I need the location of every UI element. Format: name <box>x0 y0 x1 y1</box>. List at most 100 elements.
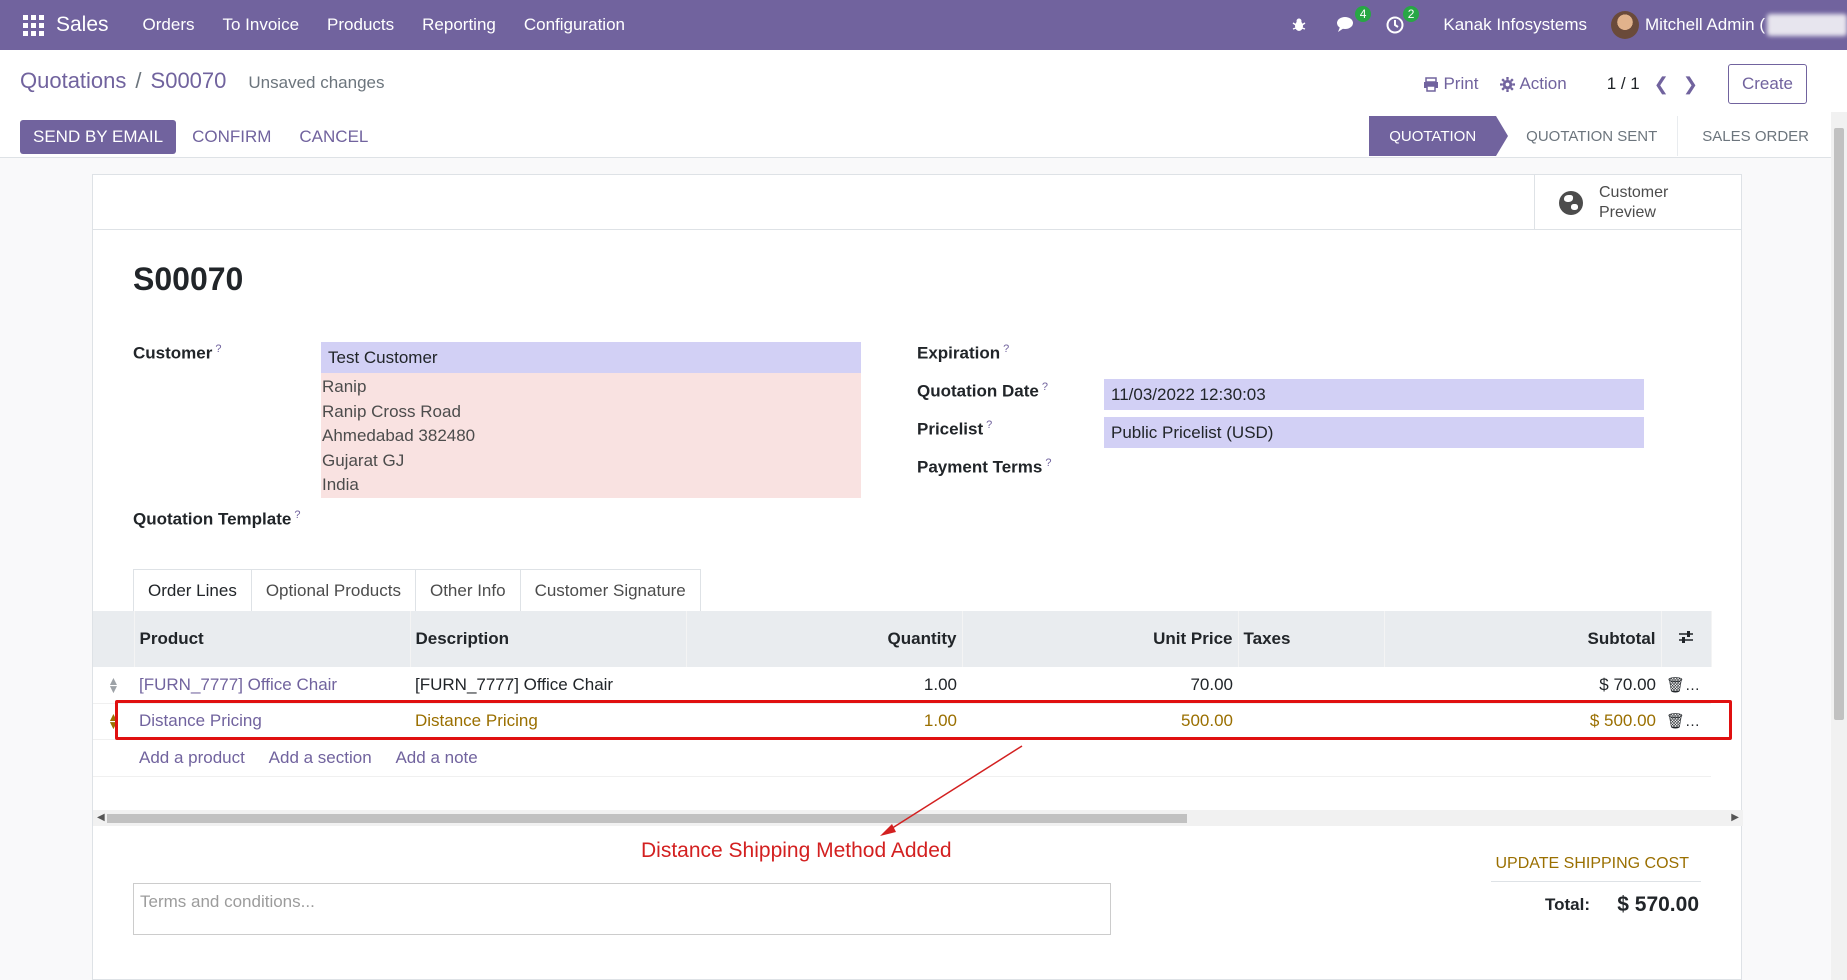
action-button[interactable]: Action <box>1500 74 1567 94</box>
optional-columns-toggle[interactable] <box>1661 611 1712 667</box>
terms-and-conditions-field[interactable]: Terms and conditions... <box>133 883 1111 935</box>
column-description[interactable]: Description <box>410 611 687 667</box>
customer-address: Ranip Ranip Cross Road Ahmedabad 382480 … <box>321 373 861 498</box>
statusbar-buttons: SEND BY EMAIL CONFIRM CANCEL <box>20 120 368 154</box>
bug-icon[interactable] <box>1289 15 1309 35</box>
notebook-tabs: Order Lines Optional Products Other Info… <box>133 569 701 612</box>
column-unit-price[interactable]: Unit Price <box>962 611 1239 667</box>
line-description[interactable]: Distance Pricing <box>410 703 686 740</box>
activities-clock-icon[interactable]: 2 <box>1385 6 1420 35</box>
address-line: Ranip Cross Road <box>322 401 461 421</box>
tab-optional-products[interactable]: Optional Products <box>250 569 416 612</box>
customer-preview-label: Customer Preview <box>1599 183 1669 221</box>
vertical-scrollbar[interactable] <box>1831 112 1847 980</box>
user-menu[interactable]: Mitchell Admin ( <box>1645 15 1765 35</box>
step-quotation-sent[interactable]: QUOTATION SENT <box>1496 116 1677 156</box>
column-taxes[interactable]: Taxes <box>1238 611 1385 667</box>
menu-reporting[interactable]: Reporting <box>422 15 496 35</box>
menu-products[interactable]: Products <box>327 15 394 35</box>
print-label: Print <box>1443 74 1479 93</box>
total-value: $ 570.00 <box>1617 893 1699 916</box>
user-avatar[interactable] <box>1611 11 1640 39</box>
trash-icon[interactable]: 🗑… <box>1661 703 1711 740</box>
drag-handle-icon[interactable]: ▲ ▼ <box>93 667 134 704</box>
button-box: Customer Preview <box>93 175 1741 230</box>
line-quantity[interactable]: 1.00 <box>686 667 962 704</box>
annotation-arrow-icon <box>880 745 1023 836</box>
handle-header <box>93 611 135 667</box>
column-subtotal[interactable]: Subtotal <box>1384 611 1662 667</box>
payment-terms-label: Payment Terms? <box>917 457 1052 477</box>
breadcrumb: Quotations / S00070 Unsaved changes <box>20 68 384 94</box>
blurred-user-detail <box>1767 14 1847 36</box>
company-switcher[interactable]: Kanak Infosystems <box>1443 15 1587 35</box>
quotation-date-field[interactable]: 11/03/2022 12:30:03 <box>1104 379 1644 410</box>
top-navbar: Sales Orders To Invoice Products Reporti… <box>0 0 1847 50</box>
quotation-template-label: Quotation Template? <box>133 509 301 529</box>
print-button[interactable]: Print <box>1423 74 1478 94</box>
address-line: Gujarat GJ <box>322 450 405 470</box>
app-name[interactable]: Sales <box>56 13 109 37</box>
line-quantity[interactable]: 1.00 <box>686 703 962 740</box>
customer-field[interactable]: Test Customer <box>321 342 861 373</box>
menu-configuration[interactable]: Configuration <box>524 15 625 35</box>
scroll-left-icon[interactable]: ◀ <box>97 812 105 823</box>
annotation-label: Distance Shipping Method Added <box>641 839 952 862</box>
add-note-link[interactable]: Add a note <box>395 748 477 767</box>
divider <box>1491 881 1701 882</box>
address-line: India <box>322 475 359 494</box>
scroll-right-icon[interactable]: ▶ <box>1731 812 1739 823</box>
tab-customer-signature[interactable]: Customer Signature <box>519 569 701 612</box>
pager-value[interactable]: 1 / 1 <box>1607 74 1640 94</box>
address-line: Ranip <box>322 377 367 396</box>
line-unit-price[interactable]: 500.00 <box>962 703 1238 740</box>
apps-grid-icon[interactable] <box>18 10 48 40</box>
action-label: Action <box>1519 74 1567 93</box>
line-description[interactable]: [FURN_7777] Office Chair <box>410 667 686 704</box>
menu-to-invoice[interactable]: To Invoice <box>223 15 300 35</box>
column-product[interactable]: Product <box>134 611 411 667</box>
step-sales-order[interactable]: SALES ORDER <box>1677 116 1829 156</box>
line-subtotal: $ 70.00 <box>1384 667 1661 704</box>
line-product[interactable]: Distance Pricing <box>134 703 410 740</box>
vertical-scroll-thumb[interactable] <box>1834 128 1844 720</box>
breadcrumb-quotations[interactable]: Quotations <box>20 68 126 94</box>
sliders-icon <box>1679 631 1693 643</box>
table-row[interactable]: ▲ ▼ Distance Pricing Distance Pricing 1.0… <box>93 703 1711 740</box>
pager-next-icon[interactable]: ❯ <box>1683 74 1698 95</box>
step-quotation[interactable]: QUOTATION <box>1369 116 1509 156</box>
column-quantity[interactable]: Quantity <box>686 611 963 667</box>
send-by-email-button[interactable]: SEND BY EMAIL <box>20 120 177 154</box>
tab-order-lines[interactable]: Order Lines <box>133 569 252 612</box>
tab-other-info[interactable]: Other Info <box>414 569 521 612</box>
cancel-button[interactable]: CANCEL <box>299 127 368 147</box>
activities-badge: 2 <box>1402 6 1420 22</box>
messages-badge: 4 <box>1354 6 1372 22</box>
line-taxes[interactable] <box>1238 667 1384 704</box>
pricelist-field[interactable]: Public Pricelist (USD) <box>1104 417 1644 448</box>
drag-handle-icon[interactable]: ▲ ▼ <box>93 703 134 740</box>
customer-preview-button[interactable]: Customer Preview <box>1534 175 1741 230</box>
add-product-link[interactable]: Add a product <box>139 748 245 767</box>
breadcrumb-current: S00070 <box>150 68 227 93</box>
line-taxes[interactable] <box>1238 703 1384 740</box>
status-steps: QUOTATION QUOTATION SENT SALES ORDER <box>1369 116 1829 156</box>
line-subtotal: $ 500.00 <box>1384 703 1661 740</box>
menu-orders[interactable]: Orders <box>143 15 195 35</box>
table-header-row: Product Description Quantity Unit Price … <box>93 611 1712 667</box>
update-shipping-cost-button[interactable]: UPDATE SHIPPING COST <box>1495 855 1689 873</box>
record-title: S00070 <box>133 261 244 297</box>
add-section-link[interactable]: Add a section <box>269 748 372 767</box>
messages-icon[interactable]: 4 <box>1337 6 1372 35</box>
total-label: Total: <box>1545 895 1591 914</box>
quotation-date-label: Quotation Date? <box>917 381 1048 401</box>
table-row[interactable]: ▲ ▼ [FURN_7777] Office Chair [FURN_7777] … <box>93 667 1711 704</box>
create-button[interactable]: Create <box>1727 64 1807 104</box>
line-unit-price[interactable]: 70.00 <box>962 667 1238 704</box>
line-product[interactable]: [FURN_7777] Office Chair <box>134 667 410 704</box>
pager-previous-icon[interactable]: ❮ <box>1654 74 1669 95</box>
gear-icon <box>1500 76 1516 92</box>
trash-icon[interactable]: 🗑… <box>1661 667 1711 704</box>
customer-label: Customer? <box>133 343 222 363</box>
confirm-button[interactable]: CONFIRM <box>192 127 271 147</box>
